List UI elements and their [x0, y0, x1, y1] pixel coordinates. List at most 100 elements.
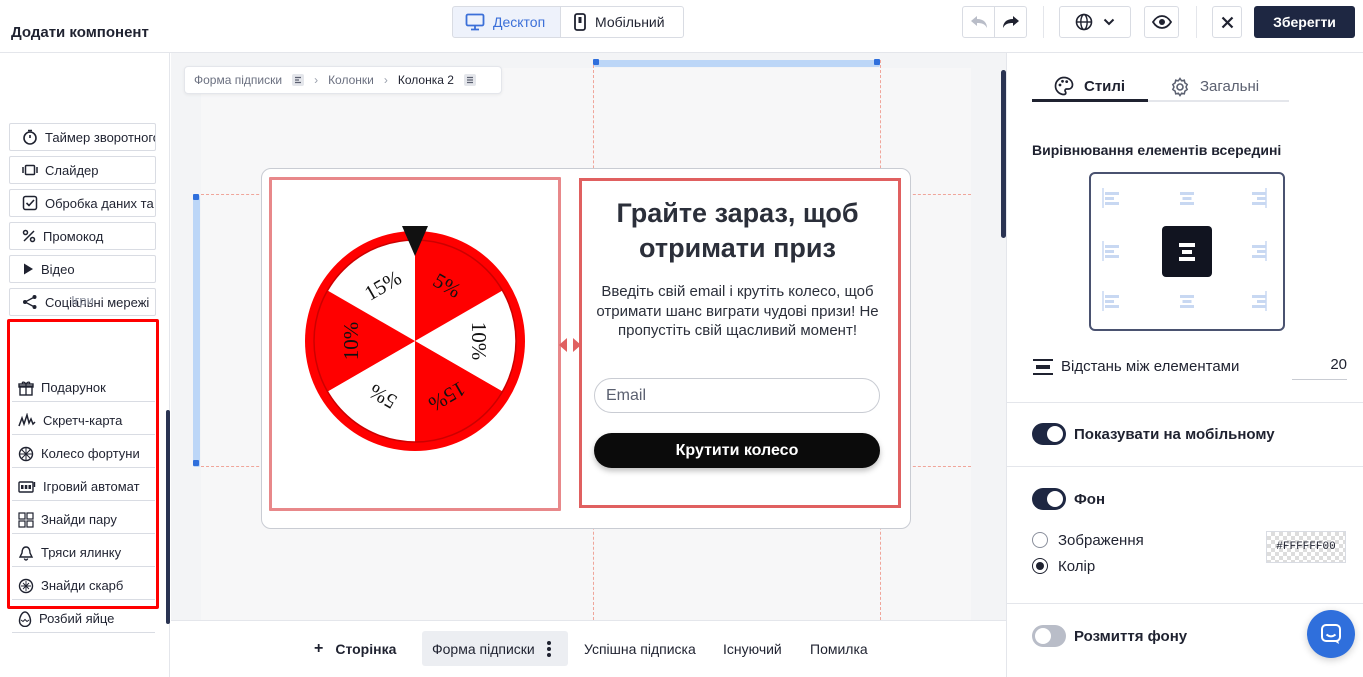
tab-label: Стилі — [1084, 77, 1126, 95]
corner-handle[interactable] — [874, 59, 880, 65]
undo-button[interactable] — [962, 6, 995, 38]
email-field[interactable]: Email — [594, 378, 880, 413]
align-top-right-icon — [1252, 188, 1267, 208]
background-color-label: Колір — [1058, 558, 1096, 575]
chat-support-button[interactable] — [1307, 610, 1355, 658]
align-bottom-right-button[interactable] — [1245, 290, 1267, 312]
breadcrumb-current[interactable]: Колонка 2 — [398, 73, 454, 87]
play-icon — [24, 263, 33, 275]
scratch-icon — [18, 412, 36, 426]
tab-label: Форма підписки — [432, 640, 535, 657]
tab-success[interactable]: Успішна підписка — [584, 631, 696, 666]
game-break-egg[interactable]: Розбий яйце — [12, 605, 155, 633]
game-scratch-card[interactable]: Скретч-карта — [12, 407, 155, 435]
component-video[interactable]: Відео — [9, 255, 156, 283]
close-icon — [1221, 16, 1233, 28]
background-toggle[interactable] — [1032, 488, 1066, 510]
mobile-view-label: Мобільний — [595, 14, 665, 30]
divider — [1196, 6, 1197, 38]
game-label: Подарунок — [41, 380, 106, 395]
sidebar-title: Додати компонент — [11, 24, 149, 41]
align-middle-right-icon — [1252, 241, 1267, 261]
mobile-view-button[interactable]: Мобільний — [560, 6, 684, 38]
preview-button[interactable] — [1144, 6, 1179, 38]
tab-existing[interactable]: Існуючий — [723, 631, 782, 666]
align-bottom-center-icon — [1180, 295, 1194, 308]
corner-handle[interactable] — [193, 460, 199, 466]
more-vertical-icon[interactable] — [546, 640, 551, 657]
layout-icon — [463, 74, 476, 86]
align-top-center-button[interactable] — [1176, 187, 1198, 209]
corner-handle[interactable] — [193, 194, 199, 200]
background-label: Фон — [1074, 491, 1106, 508]
game-slot-machine[interactable]: Ігровий автомат — [12, 473, 155, 501]
background-blur-toggle[interactable] — [1032, 625, 1066, 647]
align-center-icon — [1179, 243, 1195, 261]
chevron-right-icon: › — [383, 73, 388, 87]
form-headline[interactable]: Грайте зараз, щоб отримати приз — [596, 196, 879, 266]
undo-icon — [970, 16, 987, 28]
color-swatch[interactable]: #FFFFFF00 — [1266, 531, 1346, 563]
component-slider[interactable]: Слайдер — [9, 156, 156, 184]
wheel-slice-label: 10% — [339, 322, 363, 361]
tab-general[interactable]: Загальні — [1148, 73, 1289, 102]
spacing-label: Відстань між елементами — [1061, 358, 1240, 375]
align-middle-left-button[interactable] — [1102, 240, 1124, 262]
gift-icon — [18, 380, 34, 396]
redo-button[interactable] — [994, 6, 1027, 38]
align-top-center-icon — [1180, 192, 1194, 205]
component-countdown-timer[interactable]: Таймер зворотного відліку — [9, 123, 156, 151]
game-find-treasure[interactable]: Знайди скарб — [12, 572, 155, 600]
show-mobile-toggle[interactable] — [1032, 423, 1066, 445]
corner-handle[interactable] — [593, 59, 599, 65]
tab-subscription-form[interactable]: Форма підписки — [422, 631, 568, 666]
divider — [1043, 6, 1044, 38]
breadcrumb-item[interactable]: Колонки — [328, 73, 374, 87]
align-top-left-button[interactable] — [1102, 187, 1124, 209]
game-fortune-wheel[interactable]: Колесо фортуни — [12, 440, 155, 468]
game-label: Знайди пару — [41, 512, 117, 527]
save-button[interactable]: Зберегти — [1254, 6, 1355, 38]
sidebar-scrollbar[interactable] — [166, 410, 170, 624]
component-data-processing[interactable]: Обробка даних та — [9, 189, 156, 217]
align-top-left-icon — [1102, 188, 1119, 208]
game-label: Ігровий автомат — [43, 479, 140, 494]
divider — [1007, 603, 1363, 604]
breadcrumb: Форма підписки › Колонки › Колонка 2 — [184, 66, 502, 94]
background-blur-label: Розмиття фону — [1074, 628, 1188, 645]
align-bottom-center-button[interactable] — [1176, 290, 1198, 312]
bell-icon — [18, 545, 34, 561]
desktop-view-button[interactable]: Десктоп — [452, 6, 561, 38]
game-gift[interactable]: Подарунок — [12, 374, 155, 402]
align-center-button[interactable] — [1162, 226, 1212, 277]
checkbox-icon — [22, 195, 38, 211]
monitor-icon — [465, 13, 485, 31]
language-dropdown[interactable] — [1059, 6, 1131, 38]
close-button[interactable] — [1212, 6, 1242, 38]
resize-handle-left[interactable] — [193, 195, 200, 467]
tab-styles[interactable]: Стилі — [1032, 73, 1148, 102]
spin-wheel-button[interactable]: Крутити колесо — [594, 433, 880, 468]
desktop-view-label: Десктоп — [493, 14, 546, 30]
divider — [1007, 466, 1363, 467]
component-label: Таймер зворотного відліку — [45, 129, 156, 145]
breadcrumb-item[interactable]: Форма підписки — [194, 73, 282, 87]
component-label: Слайдер — [45, 162, 99, 178]
background-image-radio[interactable] — [1032, 532, 1048, 548]
slider-icon — [22, 164, 38, 176]
form-description[interactable]: Введіть свій email і крутіть колесо, щоб… — [596, 282, 879, 341]
tab-error[interactable]: Помилка — [810, 631, 868, 666]
align-bottom-left-button[interactable] — [1102, 290, 1124, 312]
add-page-button[interactable]: + Сторінка — [314, 631, 396, 666]
background-color-radio[interactable] — [1032, 558, 1048, 574]
alignment-title: Вирівнювання елементів всередині — [1032, 142, 1282, 158]
align-middle-right-button[interactable] — [1245, 240, 1267, 262]
align-top-right-button[interactable] — [1245, 187, 1267, 209]
egg-icon — [18, 610, 32, 627]
game-shake-tree[interactable]: Тряси ялинку — [12, 539, 155, 567]
resize-handle-top[interactable] — [594, 60, 880, 67]
spacing-input[interactable]: 20 — [1292, 356, 1347, 380]
spacing-icon — [1033, 359, 1053, 375]
game-find-pair[interactable]: Знайди пару — [12, 506, 155, 534]
component-promocode[interactable]: Промокод — [9, 222, 156, 250]
